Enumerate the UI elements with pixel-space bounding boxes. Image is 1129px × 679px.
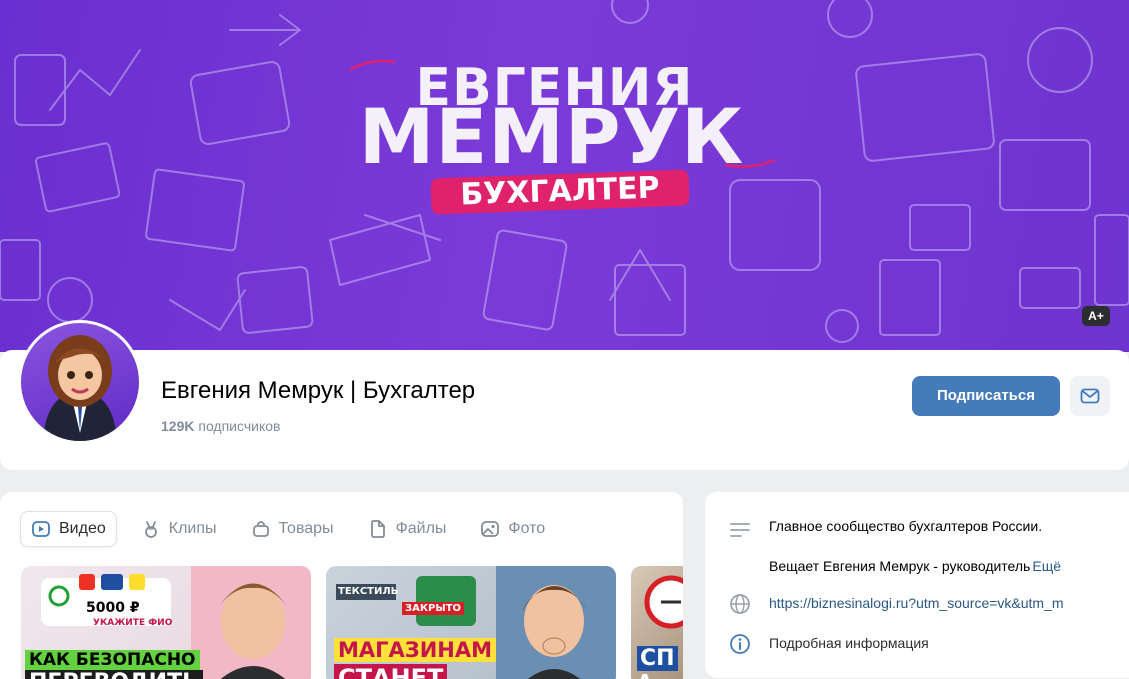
avatar[interactable] bbox=[18, 320, 142, 444]
video-caption-next: А bbox=[637, 670, 652, 679]
description-text: Вещает Евгения Мемрук - руководитель bbox=[769, 558, 1031, 574]
cover-title-line2: МЕМРУК bbox=[358, 92, 745, 181]
video-caption-next: СТАНЕТ bbox=[334, 664, 448, 679]
mail-icon bbox=[1080, 388, 1100, 404]
video-caption-main: КАК БЕЗОПАСНО bbox=[25, 650, 200, 670]
avatar-illustration bbox=[43, 335, 117, 441]
video-caption-main: МАГАЗИНАМ bbox=[334, 638, 497, 662]
video-caption-top: 5000 ₽ bbox=[83, 600, 143, 616]
tab-files[interactable]: Файлы bbox=[358, 511, 457, 547]
video-caption-sub: УКАЖИТЕ ФИО bbox=[93, 618, 173, 628]
content-tabs: Видео Клипы Товары Файлы Фото bbox=[20, 511, 569, 547]
description-icon bbox=[730, 523, 750, 537]
video-thumbnail[interactable]: СП А bbox=[631, 566, 683, 679]
description-line1: Главное сообщество бухгалтеров России. bbox=[769, 518, 1043, 534]
content-section: Видео Клипы Товары Файлы Фото 5000 ₽ УКА… bbox=[0, 492, 683, 679]
info-icon bbox=[730, 634, 750, 654]
video-caption-main: СП bbox=[637, 646, 678, 671]
tab-label: Клипы bbox=[168, 520, 217, 537]
tab-label: Файлы bbox=[395, 520, 447, 537]
video-caption-sub: ЗАКРЫТО bbox=[402, 602, 465, 615]
video-thumbnail-art bbox=[336, 566, 616, 679]
tab-video[interactable]: Видео bbox=[20, 511, 117, 547]
show-more-link[interactable]: Ещё bbox=[1030, 558, 1062, 574]
tab-photo[interactable]: Фото bbox=[470, 511, 555, 547]
tab-goods[interactable]: Товары bbox=[241, 511, 344, 547]
tab-label: Видео bbox=[59, 520, 106, 537]
photo-icon bbox=[481, 521, 500, 537]
video-caption-top: ТЕКСТИЛЬ bbox=[338, 586, 399, 597]
subscribers-label: подписчиков bbox=[194, 418, 281, 434]
file-icon bbox=[370, 520, 385, 538]
subscribers-count[interactable]: 129K подписчиков bbox=[161, 418, 280, 434]
details-link[interactable]: Подробная информация bbox=[769, 635, 929, 651]
age-rating-badge: A+ bbox=[1082, 306, 1110, 326]
tab-label: Фото bbox=[508, 520, 546, 537]
website-link[interactable]: https://biznesinalogi.ru?utm_source=vk&u… bbox=[769, 595, 1064, 611]
globe-icon bbox=[730, 594, 750, 614]
description-line2: Вещает Евгения Мемрук - руководитель Ещё bbox=[769, 558, 1062, 574]
message-button[interactable] bbox=[1070, 376, 1110, 416]
subscribe-button[interactable]: Подписаться bbox=[912, 376, 1060, 416]
info-card: Главное сообщество бухгалтеров России. В… bbox=[705, 492, 1129, 678]
video-caption-next: ПЕРЕВОДИТЬ bbox=[25, 670, 203, 679]
tab-label: Товары bbox=[278, 520, 334, 537]
subscribers-number: 129K bbox=[161, 418, 195, 434]
tab-clips[interactable]: Клипы bbox=[131, 511, 227, 547]
video-thumbnail[interactable]: 5000 ₽ УКАЖИТЕ ФИО КАК БЕЗОПАСНО ПЕРЕВОД… bbox=[21, 566, 311, 679]
group-cover: ЕВГЕНИЯ МЕМРУК БУХГАЛТЕР A+ bbox=[0, 0, 1129, 352]
video-thumbnail[interactable]: ТЕКСТИЛЬ ЗАКРЫТО МАГАЗИНАМ СТАНЕТ bbox=[326, 566, 616, 679]
video-icon bbox=[32, 521, 50, 537]
bag-icon bbox=[252, 521, 269, 537]
group-name: Евгения Мемрук | Бухгалтер bbox=[161, 377, 476, 404]
clips-icon bbox=[144, 521, 157, 538]
